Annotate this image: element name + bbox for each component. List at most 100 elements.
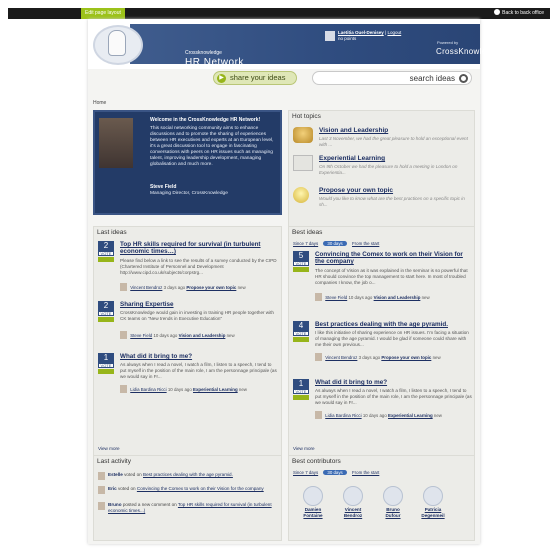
- contributor-avatar[interactable]: [303, 486, 323, 506]
- activity-user-link[interactable]: Bruno: [108, 502, 122, 507]
- arrow-right-icon: ▶: [217, 74, 226, 83]
- idea-topic-link[interactable]: Propose your own topic: [186, 285, 236, 290]
- idea-date: 10 days ago: [362, 413, 387, 418]
- contributor-card[interactable]: Patricia Degenmeil: [419, 486, 447, 518]
- hot-topics-panel: Hot topics Vision and Leadership Last 3 …: [288, 110, 475, 233]
- idea-title[interactable]: Top HR skills required for survival (in …: [120, 241, 278, 255]
- contributor-name[interactable]: Damien Fontaine: [299, 507, 327, 518]
- avatar[interactable]: [98, 472, 105, 480]
- avatar[interactable]: [98, 502, 105, 510]
- vote-count: 4: [293, 321, 309, 331]
- thumbs-icon[interactable]: [293, 267, 309, 272]
- idea-author-link[interactable]: Steve Field: [325, 295, 347, 300]
- tab-30-days[interactable]: 30 days: [323, 470, 347, 475]
- vote-button[interactable]: VOTE: [98, 251, 114, 256]
- vote-widget: 1 VOTE: [293, 379, 311, 400]
- avatar[interactable]: [120, 385, 127, 393]
- share-ideas-label: share your ideas: [230, 73, 286, 82]
- contributor-card[interactable]: Vincent Bendroz: [339, 486, 367, 518]
- tab-since-7-days[interactable]: Since 7 days: [293, 241, 318, 246]
- logout-link[interactable]: Logout: [387, 30, 401, 35]
- idea-author-link[interactable]: Vincent Bendroz: [130, 285, 162, 290]
- vote-button[interactable]: VOTE: [293, 261, 309, 266]
- idea-topic-link[interactable]: Experiential Learning: [193, 387, 238, 392]
- contributor-name[interactable]: Bruno Dufour: [379, 507, 407, 518]
- thumbs-icon[interactable]: [98, 369, 114, 374]
- contributor-avatar[interactable]: [383, 486, 403, 506]
- idea-title[interactable]: Convincing the Comex to work on their Vi…: [315, 251, 473, 265]
- idea-meta: Vincent Bendroz 3 days ago Propose your …: [315, 353, 475, 362]
- search-ideas-input[interactable]: search ideas: [312, 71, 472, 85]
- idea-body: As always when I read a novel, I watch a…: [315, 388, 472, 405]
- activity-action: posted a new comment on: [122, 502, 177, 507]
- thumbs-icon[interactable]: [293, 395, 309, 400]
- avatar[interactable]: [98, 486, 105, 494]
- vote-button[interactable]: VOTE: [293, 331, 309, 336]
- search-icon[interactable]: [459, 74, 468, 83]
- vote-button[interactable]: VOTE: [98, 363, 114, 368]
- tab-30-days[interactable]: 30 days: [323, 241, 347, 246]
- contributor-card[interactable]: Damien Fontaine: [299, 486, 327, 518]
- idea-topic-link[interactable]: Vision and Leadership: [179, 333, 226, 338]
- activity-target-link[interactable]: Convincing the Comex to work on their Vi…: [137, 486, 264, 491]
- edit-page-layout-button[interactable]: Edit page layout: [81, 8, 125, 19]
- tab-since-7-days[interactable]: Since 7 days: [293, 470, 318, 475]
- site-title[interactable]: HR Network: [185, 57, 244, 68]
- activity-user-link[interactable]: Eric: [108, 486, 117, 491]
- thumbs-icon[interactable]: [293, 337, 309, 342]
- avatar[interactable]: [315, 293, 322, 301]
- vote-button[interactable]: VOTE: [98, 311, 114, 316]
- vote-button[interactable]: VOTE: [293, 389, 309, 394]
- user-name-link[interactable]: Laetitia Ouel-Denisey: [338, 30, 384, 35]
- tab-from-start[interactable]: From the start: [352, 241, 379, 246]
- back-to-back-office-link[interactable]: Back to back office: [494, 8, 544, 19]
- breadcrumb[interactable]: Home: [93, 100, 106, 106]
- idea-author-link[interactable]: Lidia Bardina Ricci: [130, 387, 166, 392]
- activity-target-link[interactable]: Best practices dealing with the age pyra…: [143, 472, 233, 477]
- topic-title[interactable]: Vision and Leadership: [319, 127, 388, 134]
- topic-desc: On 9th October we had the pleasure to ho…: [319, 164, 458, 175]
- idea-topic-link[interactable]: Propose your own topic: [381, 355, 431, 360]
- contributor-name[interactable]: Vincent Bendroz: [339, 507, 367, 518]
- idea-title[interactable]: Best practices dealing with the age pyra…: [315, 321, 473, 328]
- idea-body: The concept of Vision as it was explaine…: [315, 268, 468, 285]
- idea-title[interactable]: Sharing Expertise: [120, 301, 278, 308]
- idea-author-link[interactable]: Vincent Bendroz: [325, 355, 357, 360]
- contributor-card[interactable]: Bruno Dufour: [379, 486, 407, 518]
- view-more-link[interactable]: View more: [293, 446, 315, 451]
- avatar[interactable]: [120, 331, 127, 339]
- contributor-name[interactable]: Patricia Degenmeil: [419, 507, 447, 518]
- idea-body: Please find below a link to see the resu…: [120, 258, 277, 275]
- crossknowledge-logo[interactable]: CrossKnowledge: [436, 47, 501, 56]
- topic-item[interactable]: Vision and Leadership Last 3 November, w…: [293, 127, 473, 155]
- idea-title[interactable]: What did it bring to me?: [315, 379, 473, 386]
- hot-topics-title: Hot topics: [292, 113, 321, 120]
- topic-item[interactable]: Experiential Learning On 9th October we …: [293, 155, 473, 183]
- vote-count: 2: [98, 301, 114, 311]
- tab-from-start[interactable]: From the start: [352, 470, 379, 475]
- site-header: Crossknowledge HR Network Laetitia Ouel-…: [88, 19, 500, 69]
- avatar[interactable]: [315, 353, 322, 361]
- contributor-avatar[interactable]: [343, 486, 363, 506]
- last-ideas-title: Last ideas: [97, 229, 127, 236]
- topic-item[interactable]: Propose your own topic Would you like to…: [293, 187, 473, 215]
- admin-top-bar: Edit page layout Back to back office: [8, 8, 550, 19]
- topic-title[interactable]: Experiential Learning: [319, 155, 385, 162]
- thumbs-icon[interactable]: [98, 257, 114, 262]
- idea-topic-link[interactable]: Vision and Leadership: [374, 295, 421, 300]
- contributor-avatar[interactable]: [423, 486, 443, 506]
- share-ideas-button[interactable]: ▶ share your ideas: [213, 71, 297, 85]
- idea-author-link[interactable]: Steve Field: [130, 333, 152, 338]
- idea-topic-link[interactable]: Experiential Learning: [388, 413, 433, 418]
- idea-author-link[interactable]: Lidia Bardina Ricci: [325, 413, 361, 418]
- idea-body: As always when I read a novel, I watch a…: [120, 362, 277, 379]
- activity-user-link[interactable]: Estelle: [108, 472, 123, 477]
- thumbs-icon[interactable]: [98, 317, 114, 322]
- view-more-link[interactable]: View more: [98, 446, 120, 451]
- vote-count: 5: [293, 251, 309, 261]
- avatar[interactable]: [315, 411, 322, 419]
- avatar[interactable]: [120, 283, 127, 291]
- topic-title[interactable]: Propose your own topic: [319, 187, 393, 194]
- user-avatar[interactable]: [325, 31, 335, 41]
- idea-title[interactable]: What did it bring to me?: [120, 353, 278, 360]
